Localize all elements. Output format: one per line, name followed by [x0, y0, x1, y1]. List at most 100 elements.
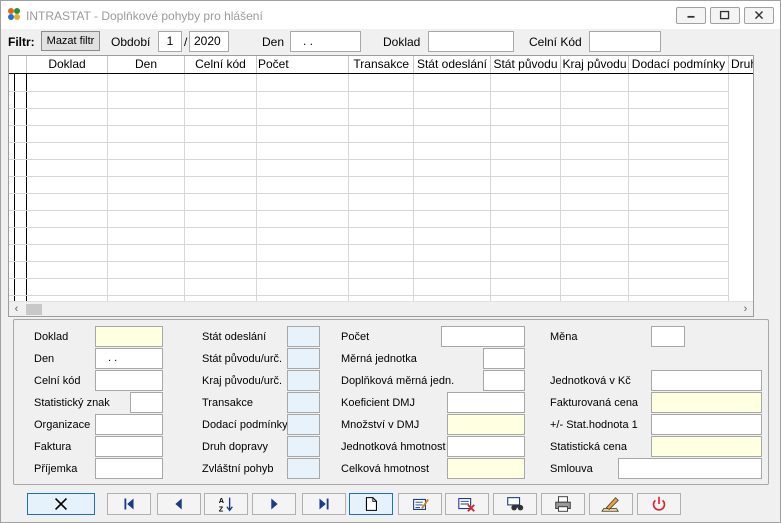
jednotkova-hmotnost-field[interactable]	[447, 436, 525, 457]
col-header-doklad[interactable]: Doklad	[27, 56, 108, 73]
edit-record-button[interactable]	[398, 493, 442, 515]
svg-text:Z: Z	[219, 504, 224, 513]
col-header-kraj-puvodu[interactable]: Kraj původu	[561, 56, 629, 73]
smlouva-label: Smlouva	[550, 463, 593, 475]
col-header-transakce[interactable]: Transakce	[349, 56, 414, 73]
celkova-hmotnost-label: Celková hmotnost	[341, 463, 430, 475]
jednotkova-hmotnost-label: Jednotková hmotnost	[341, 441, 446, 453]
edit-record-icon	[413, 498, 429, 510]
statisticka-cena-field[interactable]	[651, 436, 762, 457]
den-field[interactable]: . .	[95, 348, 163, 369]
stat-odeslani-field[interactable]	[287, 326, 320, 347]
druh-dopravy-field[interactable]	[287, 436, 320, 457]
close-icon	[754, 11, 764, 20]
stat-hodnota-1-label: +/- Stat.hodnota 1	[550, 419, 638, 431]
print-button[interactable]	[541, 493, 585, 515]
minimize-icon	[687, 15, 695, 18]
stat-hodnota-1-field[interactable]	[651, 414, 762, 435]
cancel-button[interactable]	[27, 493, 95, 515]
grid-header: Doklad Den Celní kód Počet Transakce Stá…	[9, 56, 753, 74]
first-record-button[interactable]	[107, 493, 151, 515]
next-record-button[interactable]	[252, 493, 296, 515]
statisticka-cena-label: Statistická cena	[550, 441, 628, 453]
celni-kod-label: Celní kód	[34, 375, 81, 387]
app-icon	[8, 8, 20, 20]
koeficient-dmj-field[interactable]	[447, 392, 525, 413]
merna-jednotka-label: Měrná jednotka	[341, 353, 417, 365]
mena-label: Měna	[550, 331, 578, 343]
data-grid[interactable]: Doklad Den Celní kód Počet Transakce Stá…	[8, 55, 754, 317]
transakce-label: Transakce	[202, 397, 253, 409]
restore-icon	[719, 10, 730, 20]
title-bar: INTRASTAT - Doplňkové pohyby pro hlášení	[1, 1, 780, 29]
col-header-den[interactable]: Den	[108, 56, 185, 73]
previous-record-icon	[175, 498, 182, 510]
jednotkova-v-kc-field[interactable]	[651, 370, 762, 391]
kraj-puvodu-field[interactable]	[287, 370, 320, 391]
stat-odeslani-label: Stát odeslání	[202, 331, 267, 343]
new-document-icon	[365, 497, 377, 511]
dodaci-podminky-field[interactable]	[287, 414, 320, 435]
search-button[interactable]	[493, 493, 537, 515]
scroll-right-arrow-icon[interactable]: ›	[738, 302, 753, 317]
col-header-stat-odeslani[interactable]: Stát odeslání	[414, 56, 491, 73]
filter-bar: Filtr: Mazat filtr Období 1 / 2020 Den .…	[1, 29, 780, 55]
fakturovana-cena-label: Fakturovaná cena	[550, 397, 639, 409]
last-record-button[interactable]	[302, 493, 346, 515]
scroll-left-arrow-icon[interactable]: ‹	[9, 302, 24, 317]
customs-code-label: Celní Kód	[529, 35, 582, 49]
new-record-button[interactable]	[349, 493, 393, 515]
organizace-field[interactable]	[95, 414, 163, 435]
period-label: Období	[111, 35, 151, 49]
col-header-druh[interactable]: Druh	[729, 56, 753, 73]
binoculars-icon	[507, 497, 524, 511]
exit-button[interactable]	[637, 493, 681, 515]
sort-button[interactable]: A Z	[204, 493, 248, 515]
doplnkova-merna-jedn-field[interactable]	[483, 370, 525, 391]
report-button[interactable]	[589, 493, 633, 515]
pencil-document-icon	[601, 497, 619, 512]
intrastat-window: INTRASTAT - Doplňkové pohyby pro hlášení…	[0, 0, 781, 523]
merna-jednotka-field[interactable]	[483, 348, 525, 369]
previous-record-button[interactable]	[157, 493, 201, 515]
document-input[interactable]	[428, 31, 514, 52]
period-month-input[interactable]: 1	[158, 31, 182, 52]
pocet-field[interactable]	[441, 326, 525, 347]
period-separator: /	[184, 35, 188, 49]
delete-record-button[interactable]	[445, 493, 489, 515]
transakce-field[interactable]	[287, 392, 320, 413]
period-year-input[interactable]: 2020	[189, 31, 229, 52]
celkova-hmotnost-field[interactable]	[447, 458, 525, 479]
col-header-pocet[interactable]: Počet	[257, 56, 349, 73]
doklad-field[interactable]	[95, 326, 163, 347]
stat-puvodu-field[interactable]	[287, 348, 320, 369]
col-header-celni-kod[interactable]: Celní kód	[185, 56, 257, 73]
mena-field[interactable]	[651, 326, 685, 347]
faktura-field[interactable]	[95, 436, 163, 457]
stat-puvodu-label: Stát původu/urč.	[202, 353, 283, 365]
document-label: Doklad	[383, 35, 421, 49]
prijemka-field[interactable]	[95, 458, 163, 479]
sort-az-icon: A Z	[219, 496, 233, 513]
smlouva-field[interactable]	[618, 458, 762, 479]
celni-kod-field[interactable]	[95, 370, 163, 391]
customs-code-input[interactable]	[589, 31, 661, 52]
clear-filter-button[interactable]: Mazat filtr	[41, 31, 100, 51]
bottom-toolbar: A Z	[1, 489, 780, 521]
filter-label: Filtr:	[8, 35, 35, 49]
day-input[interactable]: . .	[290, 31, 361, 52]
power-icon	[652, 496, 666, 511]
fakturovana-cena-field[interactable]	[651, 392, 762, 413]
scrollbar-thumb[interactable]	[26, 304, 42, 315]
first-record-icon	[124, 498, 134, 510]
mnozstvi-v-dmj-field[interactable]	[447, 414, 525, 435]
close-button[interactable]	[744, 7, 774, 24]
den-label: Den	[34, 353, 55, 365]
zvlastni-pohyb-field[interactable]	[287, 458, 320, 479]
col-header-dodaci-podminky[interactable]: Dodací podmínky	[629, 56, 729, 73]
statisticky-znak-field[interactable]	[130, 392, 163, 413]
col-header-stat-puvodu[interactable]: Stát původu	[491, 56, 561, 73]
horizontal-scrollbar[interactable]: ‹ ›	[9, 301, 753, 316]
maximize-button[interactable]	[710, 7, 740, 24]
minimize-button[interactable]	[676, 7, 706, 24]
